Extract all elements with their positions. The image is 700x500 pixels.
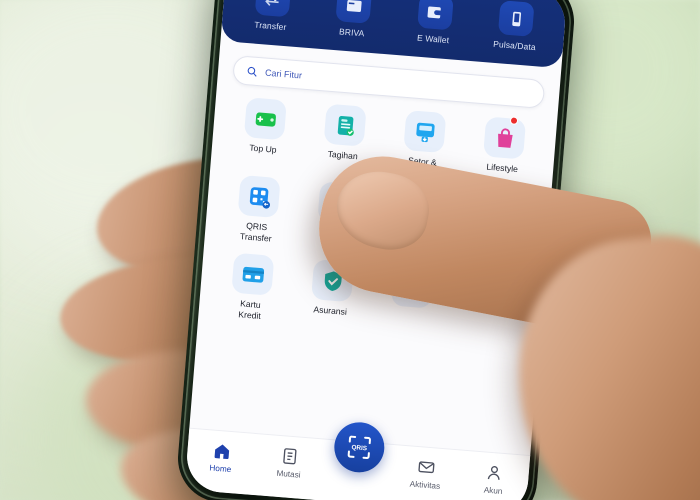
quick-action-ewallet[interactable]: E Wallet [398, 0, 471, 47]
donation-bag-icon: Rp [397, 187, 441, 231]
menu-item-label: QRIS Transfer [239, 220, 273, 244]
nav-item-akun[interactable]: Akun [459, 461, 530, 498]
qris-scan-icon: QRIS [347, 435, 371, 459]
menu-item-top-up[interactable]: Top Up [222, 96, 307, 169]
menu-item-label: Kartu Kredit [237, 298, 262, 321]
nav-item-home[interactable]: Home [186, 439, 257, 476]
nav-spacer: QRIS [325, 420, 393, 475]
menu-item-label: Donasi [402, 233, 430, 246]
briefcase-icon [390, 265, 434, 309]
menu-item-label: Top Up [248, 142, 277, 155]
menu-item-label [370, 309, 450, 315]
menu-item-label: Tagihan [327, 148, 359, 162]
menu-grid: Top Up Tagihan Setor & Tarik Tunai Lifes… [197, 89, 557, 356]
menu-item-asuransi[interactable]: Asuransi [289, 258, 374, 331]
menu-item-konversi-valas[interactable]: $ Rp Konversi Valas [455, 193, 540, 266]
menu-item-debit-virtual[interactable]: Debit Virtual [295, 180, 380, 253]
briva-icon [335, 0, 373, 24]
menu-item-label: Setor & Tarik Tunai [400, 155, 443, 180]
home-icon [214, 444, 229, 460]
shopping-bag-icon [483, 116, 527, 160]
transfer-icon [254, 0, 291, 18]
currency-exchange-icon: $ Rp [476, 194, 520, 238]
nav-item-mutasi[interactable]: Mutasi [254, 444, 325, 481]
debit-card-icon [317, 181, 361, 225]
menu-item-label: Debit Virtual [323, 227, 349, 250]
list-icon [283, 448, 297, 465]
pulsa-data-icon [498, 0, 535, 37]
quick-action-transfer[interactable]: Transfer [236, 0, 309, 34]
qris-scan-button[interactable]: QRIS [332, 420, 387, 475]
menu-item-qris-transfer[interactable]: QRIS Transfer [215, 173, 300, 246]
svg-text:$: $ [493, 209, 496, 215]
svg-text:Rp: Rp [499, 218, 506, 223]
atm-icon [403, 110, 447, 154]
menu-item-lifestyle[interactable]: Lifestyle [461, 115, 546, 188]
person-icon [488, 466, 500, 480]
envelope-icon [418, 461, 435, 474]
quick-action-label: Transfer [253, 19, 287, 33]
qr-code-icon [237, 174, 281, 219]
menu-item-label: Asuransi [313, 304, 348, 317]
bill-icon [323, 103, 367, 147]
menu-item-label: Konversi Valas [478, 239, 514, 263]
phone-screen: Transfer BRIVA E Wallet Pulsa/Data Cari … [184, 0, 568, 500]
menu-item-label [450, 315, 530, 321]
menu-item-kartu-kredit[interactable]: Kartu Kredit [209, 251, 294, 324]
svg-text:QRIS: QRIS [351, 444, 368, 452]
nav-item-label: Home [209, 463, 232, 475]
nav-item-aktivitas[interactable]: Aktivitas [390, 455, 461, 492]
quick-action-briva[interactable]: BRIVA [317, 0, 390, 40]
nav-item-label: Mutasi [276, 468, 301, 480]
notification-badge [509, 116, 519, 125]
menu-item-briefcase[interactable] [369, 264, 454, 337]
ewallet-icon [416, 0, 454, 31]
svg-text:Rp: Rp [417, 200, 422, 204]
smartphone: Transfer BRIVA E Wallet Pulsa/Data Cari … [174, 0, 578, 500]
quick-action-pulsa-data[interactable]: Pulsa/Data [480, 0, 553, 53]
bottom-navigation: Home Mutasi QRIS Aktivitas Akun [184, 420, 531, 500]
search-placeholder: Cari Fitur [264, 67, 303, 81]
nav-item-label: Aktivitas [409, 479, 441, 491]
wallet-icon [243, 97, 287, 141]
quick-action-label: Pulsa/Data [492, 38, 537, 53]
credit-card-icon [231, 252, 275, 296]
nav-item-label: Akun [483, 485, 503, 496]
menu-item-donasi[interactable]: Rp Donasi [375, 186, 460, 259]
menu-item-tagihan[interactable]: Tagihan [301, 102, 386, 175]
quick-action-label: BRIVA [338, 26, 365, 39]
search-icon [247, 66, 257, 77]
insurance-icon [311, 259, 355, 303]
quick-action-label: E Wallet [416, 32, 450, 46]
bank-icon [470, 271, 514, 316]
menu-item-bank[interactable] [448, 270, 533, 343]
menu-item-setor-tarik-tunai[interactable]: Setor & Tarik Tunai [381, 108, 466, 181]
menu-item-label: Lifestyle [486, 161, 519, 175]
